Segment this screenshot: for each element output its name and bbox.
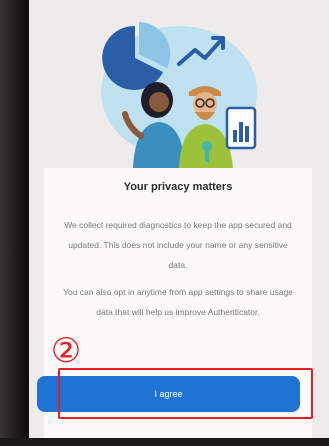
clipboard-chart-icon <box>225 106 257 150</box>
phone-bezel-bottom <box>0 438 329 446</box>
phone-bezel <box>0 0 30 446</box>
privacy-illustration <box>101 22 257 168</box>
step-marker: ② <box>50 331 82 371</box>
usage-data-text: You can also opt in anytime from app set… <box>63 287 293 317</box>
diagnostics-text: We collect required diagnostics to keep … <box>64 220 292 270</box>
dialog-title: Your privacy matters <box>123 181 233 193</box>
highlight-box <box>58 368 313 419</box>
